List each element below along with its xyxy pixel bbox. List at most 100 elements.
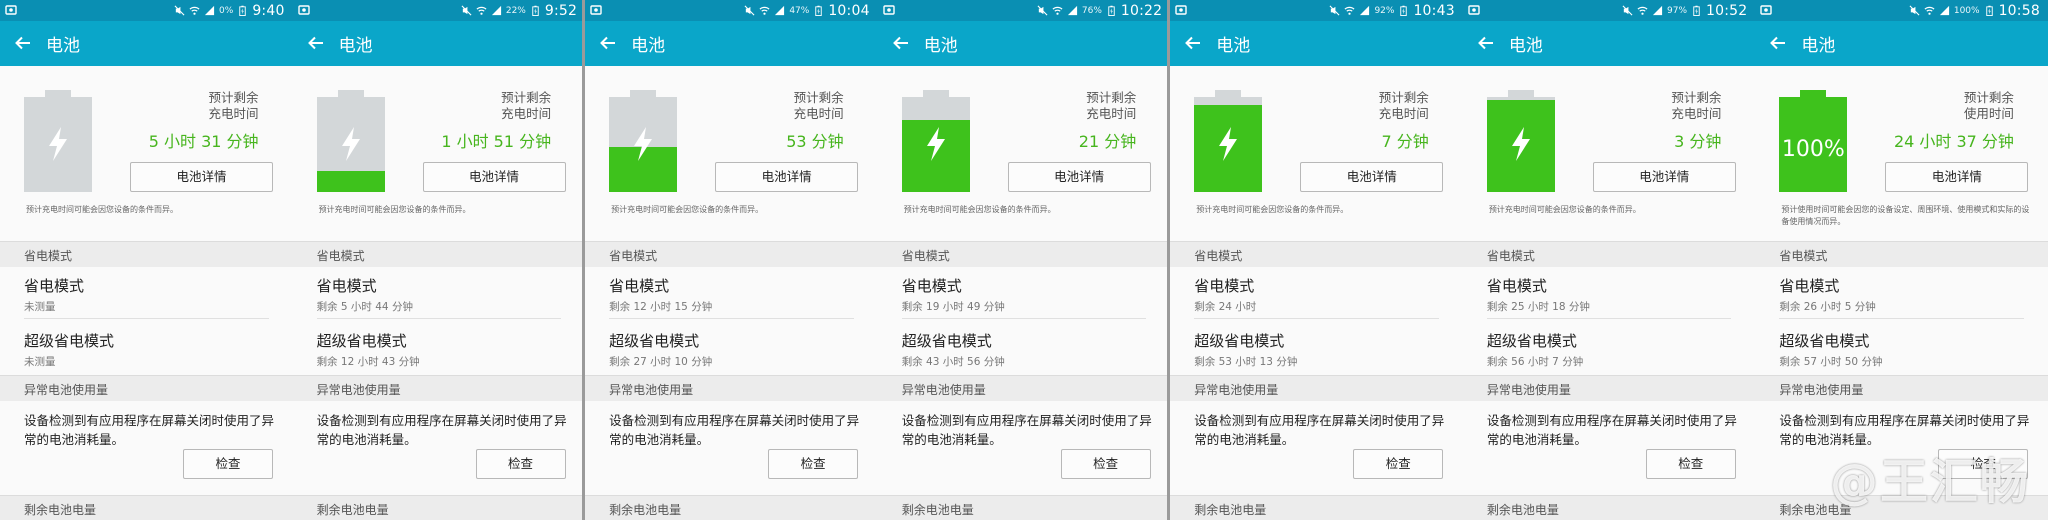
- ultra-power-saving-mode-item[interactable]: 超级省电模式 剩余 27 小时 10 分钟: [585, 322, 878, 378]
- ultra-power-saving-mode-item[interactable]: 超级省电模式 剩余 56 小时 7 分钟: [1462, 322, 1756, 378]
- battery-summary: 预计剩余 充电时间 21 分钟 电池详情 预计充电时间可能会因您设备的条件而异。: [877, 66, 1171, 241]
- section-header-remaining-battery: 剩余电池电量: [1170, 495, 1463, 520]
- charging-battery-icon: [532, 5, 539, 16]
- ultra-power-saving-mode-remaining: 剩余 56 小时 7 分钟: [1486, 356, 1584, 368]
- mute-icon: [1329, 5, 1340, 16]
- app-bar: 电池: [1755, 21, 2048, 66]
- power-saving-mode-item[interactable]: 省电模式 剩余 5 小时 44 分钟: [292, 267, 586, 323]
- divider: [316, 318, 562, 319]
- abnormal-usage-text: 设备检测到有应用程序在屏幕关闭时使用了异常的电池消耗量。: [316, 413, 567, 447]
- battery-details-button[interactable]: 电池详情: [1007, 162, 1151, 192]
- charging-battery-icon: [815, 5, 823, 16]
- section-header-remaining-battery: 剩余电池电量: [877, 495, 1171, 520]
- power-saving-mode-item[interactable]: 省电模式 剩余 24 小时: [1170, 267, 1463, 323]
- status-bar: 22% 9:52: [292, 0, 586, 21]
- battery-details-button[interactable]: 电池详情: [1300, 162, 1444, 192]
- check-button[interactable]: 检查: [1353, 449, 1444, 479]
- status-icons: 92% 10:43: [1329, 0, 1455, 21]
- power-saving-mode-item[interactable]: 省电模式 剩余 12 小时 15 分钟: [585, 267, 878, 323]
- mute-icon: [174, 5, 185, 16]
- status-icons: 100% 10:58: [1909, 0, 2040, 21]
- check-button[interactable]: 检查: [1060, 449, 1151, 479]
- power-saving-mode-item[interactable]: 省电模式 未测量: [0, 267, 293, 323]
- power-saving-mode-title: 省电模式: [901, 277, 962, 295]
- estimate-value: 7 分钟: [1381, 132, 1429, 151]
- ultra-power-saving-mode-remaining: 剩余 12 小时 43 分钟: [316, 356, 420, 368]
- app-bar: 电池: [292, 21, 586, 66]
- ultra-power-saving-mode-item[interactable]: 超级省电模式 剩余 43 小时 56 分钟: [877, 322, 1171, 378]
- section-header-power-saving: 省电模式: [585, 241, 878, 267]
- battery-summary: 预计剩余 充电时间 1 小时 51 分钟 电池详情 预计充电时间可能会因您设备的条…: [292, 66, 586, 241]
- back-arrow-icon[interactable]: [1183, 33, 1203, 53]
- battery-level-fill: [316, 171, 385, 192]
- app-bar: 电池: [0, 21, 293, 66]
- check-button[interactable]: 检查: [768, 449, 859, 479]
- battery-screen-5: 92% 10:43 电池 预计剩余 充电时间 7 分钟 电池详情 预计充电时间可…: [1170, 0, 1463, 520]
- wifi-icon: [476, 6, 487, 15]
- battery-details-button[interactable]: 电池详情: [715, 162, 859, 192]
- wifi-icon: [189, 6, 200, 15]
- lightning-bolt-icon: [1219, 127, 1238, 161]
- check-button[interactable]: 检查: [183, 449, 273, 479]
- estimate-note: 预计充电时间可能会因您设备的条件而异。: [903, 205, 1056, 214]
- power-saving-mode-title: 省电模式: [1486, 277, 1547, 295]
- battery-details-button[interactable]: 电池详情: [422, 162, 566, 192]
- notification-icon: [882, 5, 895, 15]
- power-saving-mode-item[interactable]: 省电模式 剩余 19 小时 49 分钟: [877, 267, 1171, 323]
- ultra-power-saving-mode-title: 超级省电模式: [316, 332, 407, 350]
- signal-icon: [775, 5, 785, 16]
- battery-summary: 预计剩余 充电时间 5 小时 31 分钟 电池详情 预计充电时间可能会因您设备的条…: [0, 66, 293, 241]
- power-saving-mode-item[interactable]: 省电模式 剩余 25 小时 18 分钟: [1462, 267, 1756, 323]
- ultra-power-saving-mode-item[interactable]: 超级省电模式 剩余 53 小时 13 分钟: [1170, 322, 1463, 378]
- notification-icon: [1468, 5, 1480, 15]
- abnormal-usage-card: 设备检测到有应用程序在屏幕关闭时使用了异常的电池消耗量。 检查: [0, 401, 293, 495]
- check-button[interactable]: 检查: [1645, 449, 1736, 479]
- power-saving-mode-item[interactable]: 省电模式 剩余 26 小时 5 分钟: [1755, 267, 2048, 323]
- battery-summary: 预计剩余 充电时间 3 分钟 电池详情 预计充电时间可能会因您设备的条件而异。: [1462, 66, 1756, 241]
- clock-time: 9:40: [252, 2, 285, 19]
- battery-details-button[interactable]: 电池详情: [1885, 162, 2029, 192]
- ultra-power-saving-mode-item[interactable]: 超级省电模式 未测量: [0, 322, 293, 378]
- abnormal-usage-card: 设备检测到有应用程序在屏幕关闭时使用了异常的电池消耗量。 检查: [877, 401, 1171, 495]
- abnormal-usage-card: 设备检测到有应用程序在屏幕关闭时使用了异常的电池消耗量。 检查: [585, 401, 878, 495]
- signal-icon: [491, 5, 501, 16]
- abnormal-usage-text: 设备检测到有应用程序在屏幕关闭时使用了异常的电池消耗量。: [1194, 413, 1445, 447]
- ultra-power-saving-mode-remaining: 未测量: [24, 356, 56, 368]
- screenshot-strip: 0% 9:40 电池 预计剩余 充电时间 5 小时 31 分钟 电池详情 预计充…: [0, 0, 2048, 520]
- battery-cap: [1507, 90, 1534, 97]
- notification-icon: [1760, 5, 1773, 15]
- back-arrow-icon[interactable]: [891, 33, 911, 53]
- ultra-power-saving-mode-title: 超级省电模式: [1779, 332, 1870, 350]
- watermark-text: @王汇畅: [1829, 454, 2030, 510]
- ultra-power-saving-mode-item[interactable]: 超级省电模式 剩余 57 小时 50 分钟: [1755, 322, 2048, 378]
- battery-details-button[interactable]: 电池详情: [130, 162, 273, 192]
- wifi-icon: [1637, 6, 1648, 15]
- estimate-value: 3 分钟: [1674, 132, 1722, 151]
- ultra-power-saving-mode-remaining: 剩余 27 小时 10 分钟: [609, 356, 713, 368]
- page-title: 电池: [338, 36, 373, 56]
- wifi-icon: [1924, 6, 1935, 15]
- estimate-label: 预计剩余 充电时间: [208, 90, 259, 121]
- section-header-remaining-battery: 剩余电池电量: [0, 495, 293, 520]
- battery-summary: 100% 预计剩余 使用时间 24 小时 37 分钟 电池详情 预计使用时间可能会…: [1755, 66, 2048, 241]
- mute-icon: [1037, 5, 1048, 16]
- battery-percentage-text: 76%: [1081, 5, 1102, 16]
- status-bar: 97% 10:52: [1462, 0, 1756, 21]
- back-arrow-icon[interactable]: [306, 33, 326, 53]
- back-arrow-icon[interactable]: [1476, 33, 1496, 53]
- back-arrow-icon[interactable]: [13, 33, 33, 53]
- signal-icon: [1360, 5, 1370, 16]
- section-header-abnormal-usage: 异常电池使用量: [0, 375, 293, 401]
- check-button[interactable]: 检查: [475, 449, 566, 479]
- ultra-power-saving-mode-item[interactable]: 超级省电模式 剩余 12 小时 43 分钟: [292, 322, 586, 378]
- back-arrow-icon[interactable]: [1768, 33, 1788, 53]
- clock-time: 10:58: [1998, 2, 2040, 19]
- notification-icon: [590, 5, 602, 15]
- ultra-power-saving-mode-title: 超级省电模式: [1194, 332, 1285, 350]
- clock-time: 10:04: [828, 2, 870, 19]
- back-arrow-icon[interactable]: [598, 33, 618, 53]
- section-header-abnormal-usage: 异常电池使用量: [585, 375, 878, 401]
- battery-percentage-text: 92%: [1374, 5, 1395, 16]
- battery-details-button[interactable]: 电池详情: [1592, 162, 1736, 192]
- page-title: 电池: [631, 36, 666, 56]
